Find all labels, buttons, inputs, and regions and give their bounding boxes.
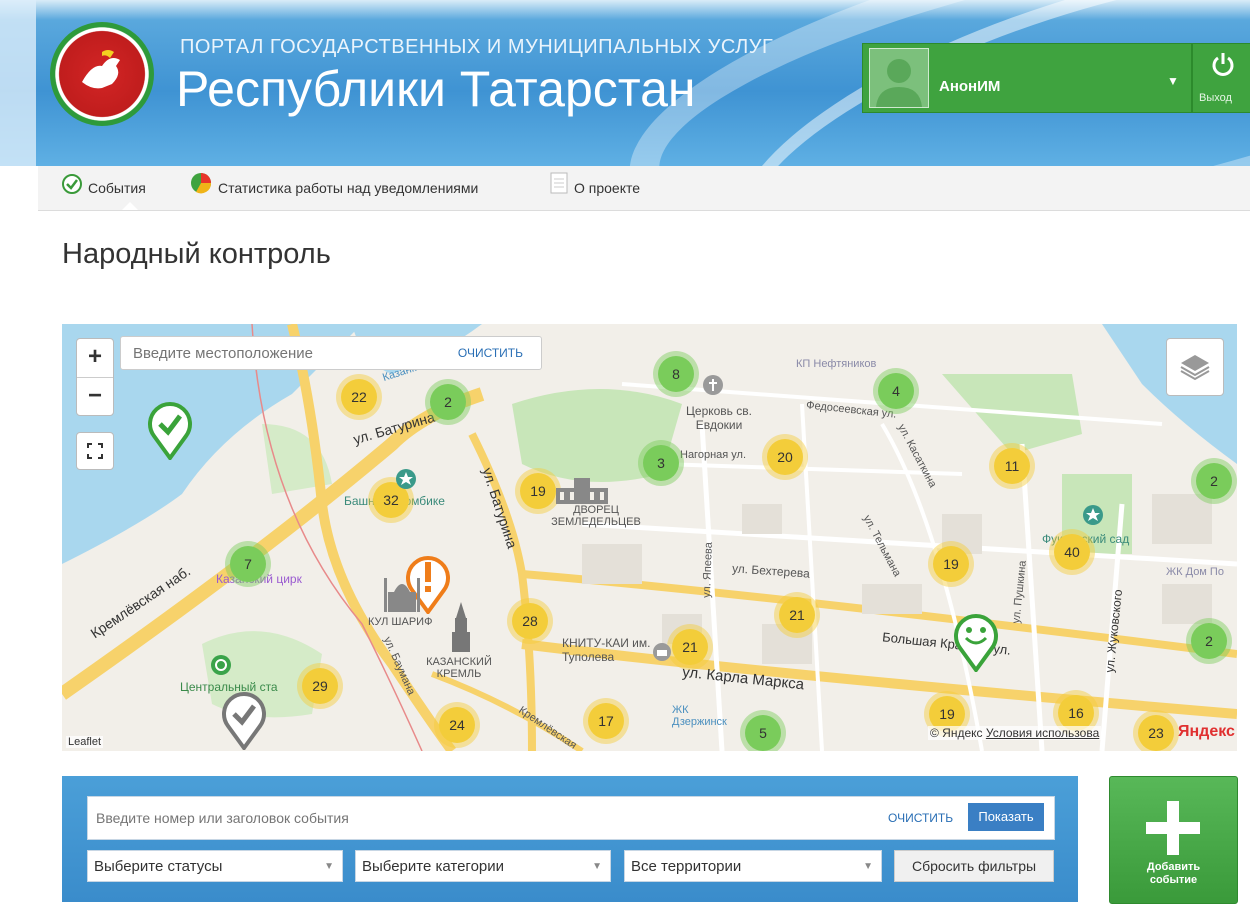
landmark-star-icon <box>1082 504 1104 531</box>
street-label: Нагорная ул. <box>680 449 747 461</box>
event-cluster[interactable]: 21 <box>779 597 815 633</box>
event-cluster[interactable]: 29 <box>302 668 338 704</box>
territory-select[interactable]: Все территории ▼ <box>624 850 882 882</box>
poi-label: Церковь св. Евдокии <box>686 404 752 432</box>
events-map[interactable]: ул. Батурина ул. Батурина Кремлёвская на… <box>62 324 1237 751</box>
show-button[interactable]: Показать <box>968 803 1044 831</box>
event-cluster[interactable]: 22 <box>341 379 377 415</box>
pie-chart-icon <box>190 167 212 211</box>
map-attribution: © Яндекс Условия использова <box>928 726 1102 740</box>
poi-label: КП Нефтяников <box>796 358 877 370</box>
poi-label: ЖК Дом По <box>1166 566 1224 578</box>
event-cluster[interactable]: 7 <box>230 546 266 582</box>
add-event-label-line: событие <box>1149 874 1198 886</box>
site-header: ПОРТАЛ ГОСУДАРСТВЕННЫХ И МУНИЦИПАЛЬНЫХ У… <box>0 0 1250 166</box>
palace-icon <box>552 474 612 511</box>
zoom-out-button[interactable]: − <box>77 378 113 416</box>
event-cluster[interactable]: 20 <box>767 439 803 475</box>
layers-icon <box>1180 355 1210 381</box>
event-cluster[interactable]: 21 <box>672 629 708 665</box>
portal-title: Республики Татарстан <box>176 61 696 117</box>
header-left-strip <box>0 0 36 166</box>
event-search-input[interactable] <box>94 809 858 827</box>
category-select[interactable]: Выберите категории ▼ <box>355 850 611 882</box>
terms-link[interactable]: Условия использова <box>986 726 1099 740</box>
yandex-logo-text: Яндекс <box>1178 723 1235 740</box>
church-icon <box>702 374 724 401</box>
nav-item-statistics[interactable]: Статистика работы над уведомлениями <box>190 166 478 210</box>
fullscreen-icon <box>87 443 103 459</box>
zoom-in-button[interactable]: + <box>77 339 113 378</box>
user-menu[interactable]: АнонИМ ▼ <box>862 43 1192 113</box>
zoom-control: + − <box>76 338 114 416</box>
event-cluster[interactable]: 11 <box>994 448 1030 484</box>
user-name: АнонИМ <box>939 78 1001 95</box>
clear-search-button[interactable]: ОЧИСТИТЬ <box>888 811 953 825</box>
add-event-label: Добавить событие <box>1110 861 1237 887</box>
resolved-marker-icon[interactable] <box>146 398 194 465</box>
event-filter-panel: ОЧИСТИТЬ Показать Выберите статусы ▼ Выб… <box>62 776 1078 902</box>
leaflet-attribution-link[interactable]: Leaflet <box>66 736 104 748</box>
territory-select-value: Все территории <box>631 858 742 875</box>
check-circle-icon <box>62 167 82 211</box>
event-cluster[interactable]: 24 <box>439 707 475 743</box>
event-search-box: ОЧИСТИТЬ Показать <box>87 796 1055 840</box>
event-cluster[interactable]: 23 <box>1138 715 1174 751</box>
document-icon <box>550 167 568 211</box>
plus-icon <box>1144 799 1202 862</box>
portal-subtitle: ПОРТАЛ ГОСУДАРСТВЕННЫХ И МУНИЦИПАЛЬНЫХ У… <box>180 36 774 58</box>
nav-item-label: О проекте <box>574 180 641 196</box>
kremlin-tower-icon <box>448 602 474 659</box>
event-cluster[interactable]: 4 <box>878 373 914 409</box>
nav-item-label: Статистика работы над уведомлениями <box>218 180 479 196</box>
category-select-value: Выберите категории <box>362 858 505 875</box>
active-tab-indicator <box>122 202 138 210</box>
layers-button[interactable] <box>1166 338 1224 396</box>
clear-location-button[interactable]: ОЧИСТИТЬ <box>458 346 523 360</box>
event-cluster[interactable]: 2 <box>1196 463 1232 499</box>
fullscreen-button[interactable] <box>76 432 114 470</box>
chevron-down-icon: ▼ <box>863 861 873 872</box>
archived-marker-icon[interactable] <box>220 688 268 751</box>
chevron-down-icon: ▼ <box>324 861 334 872</box>
status-select[interactable]: Выберите статусы ▼ <box>87 850 343 882</box>
event-cluster[interactable]: 2 <box>430 384 466 420</box>
main-nav: События Статистика работы над уведомлени… <box>38 166 1250 211</box>
logout-button[interactable]: Выход <box>1192 43 1250 113</box>
university-icon <box>652 642 672 667</box>
event-cluster[interactable]: 5 <box>745 715 781 751</box>
logout-label: Выход <box>1199 92 1232 104</box>
poi-label: КАЗАНСКИЙ КРЕМЛЬ <box>426 656 492 680</box>
nav-item-label: События <box>88 180 146 196</box>
event-cluster[interactable]: 40 <box>1054 534 1090 570</box>
avatar <box>869 48 929 108</box>
chevron-down-icon: ▼ <box>592 861 602 872</box>
event-cluster[interactable]: 19 <box>933 546 969 582</box>
add-event-button[interactable]: Добавить событие <box>1109 776 1238 904</box>
event-cluster[interactable]: 2 <box>1191 623 1227 659</box>
nav-item-about[interactable]: О проекте <box>550 166 640 210</box>
map-location-search: ОЧИСТИТЬ <box>120 336 542 370</box>
location-input[interactable] <box>131 342 435 364</box>
smile-marker-icon[interactable] <box>952 610 1000 677</box>
attribution-prefix: © Яндекс <box>930 726 983 740</box>
event-cluster[interactable]: 19 <box>520 473 556 509</box>
poi-label: ЖК Дзержинск <box>672 704 727 728</box>
power-icon <box>1211 52 1235 83</box>
status-select-value: Выберите статусы <box>94 858 223 875</box>
chevron-down-icon[interactable]: ▼ <box>1167 74 1179 88</box>
event-cluster[interactable]: 17 <box>588 703 624 739</box>
event-cluster[interactable]: 28 <box>512 603 548 639</box>
add-event-label-line: Добавить <box>1146 861 1201 873</box>
reset-filters-button[interactable]: Сбросить фильтры <box>894 850 1054 882</box>
stadium-icon <box>210 654 232 681</box>
yandex-logo: Яндекс <box>1178 723 1235 741</box>
street-label: ул. Япеева <box>700 541 715 599</box>
event-cluster[interactable]: 3 <box>643 445 679 481</box>
landmark-star-icon <box>395 468 417 495</box>
page-title: Народный контроль <box>62 238 331 270</box>
mosque-icon <box>382 568 422 619</box>
tatarstan-emblem-icon[interactable] <box>50 22 154 126</box>
event-cluster[interactable]: 8 <box>658 356 694 392</box>
